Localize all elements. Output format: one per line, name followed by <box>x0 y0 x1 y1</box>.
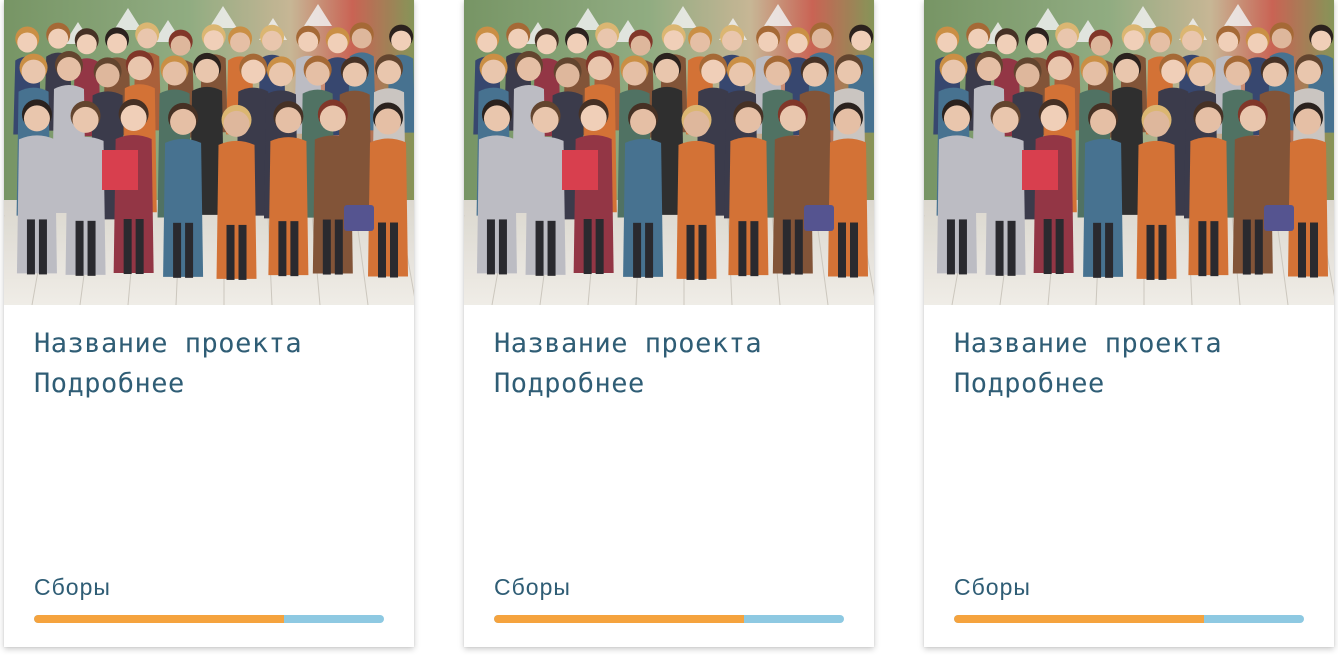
more-link[interactable]: Подробнее <box>954 364 1105 404</box>
progress-bar <box>954 615 1304 623</box>
project-card[interactable]: Название проекта Подробнее Сборы <box>464 0 874 647</box>
project-photo[interactable] <box>4 0 414 305</box>
project-card[interactable]: Название проекта Подробнее Сборы <box>924 0 1334 647</box>
project-photo[interactable] <box>924 0 1334 305</box>
project-photo[interactable] <box>464 0 874 305</box>
project-title: Название проекта <box>34 328 303 359</box>
project-cards-grid: Название проекта Подробнее Сборы Названи… <box>0 0 1338 655</box>
progress-bar <box>34 615 384 623</box>
progress-bar <box>494 615 844 623</box>
progress-label: Сборы <box>954 574 1031 600</box>
progress-bar-fill <box>954 615 1204 623</box>
more-link[interactable]: Подробнее <box>34 364 185 404</box>
project-card[interactable]: Название проекта Подробнее Сборы <box>4 0 414 647</box>
more-link[interactable]: Подробнее <box>494 364 645 404</box>
progress-bar-fill <box>494 615 744 623</box>
project-title: Название проекта <box>494 328 763 359</box>
progress-label: Сборы <box>34 574 111 600</box>
progress-bar-fill <box>34 615 284 623</box>
progress-label: Сборы <box>494 574 571 600</box>
project-title: Название проекта <box>954 328 1223 359</box>
